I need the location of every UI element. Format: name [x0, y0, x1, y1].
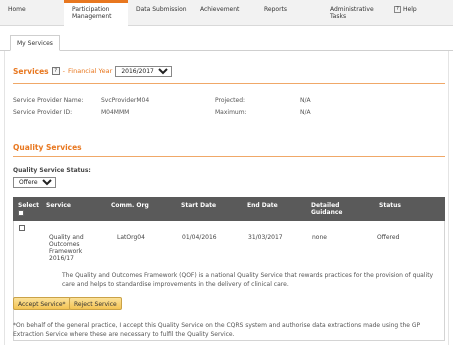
row-service-line-2: Outcomes — [49, 241, 80, 248]
row-service-line-3: Framework — [49, 248, 83, 255]
maximum-value: N/A — [300, 109, 311, 116]
nav-reports[interactable]: Reports — [256, 0, 320, 26]
row-service-line-4: 2016/17 — [49, 255, 74, 262]
reject-service-button[interactable]: Reject Service — [69, 297, 122, 310]
services-divider — [13, 83, 445, 84]
row-start-date: 01/04/2016 — [182, 234, 217, 241]
col-select: Select — [18, 202, 39, 218]
nav-home[interactable]: Home — [0, 0, 64, 26]
nav-data-submission-label: Data Submission — [136, 6, 187, 13]
col-comm-org: Comm. Org — [111, 202, 149, 209]
row-service-name[interactable]: Quality and Outcomes Framework 2016/17 — [49, 234, 84, 262]
help-icon: ? — [394, 6, 401, 13]
projected-label: Projected: — [215, 97, 246, 104]
nav-participation-label-2: Management — [72, 13, 112, 20]
row-end-date: 31/03/2017 — [248, 234, 283, 241]
col-select-label: Select — [18, 202, 39, 209]
col-detailed-label-1: Detailed — [311, 202, 340, 209]
top-navigation: Home Participation Management Data Submi… — [0, 0, 453, 26]
select-all-checkbox[interactable] — [18, 210, 24, 216]
nav-admin-label-1: Administrative — [330, 6, 374, 13]
nav-admin-label-2: Tasks — [330, 13, 347, 20]
row-description: The Quality and Outcomes Framework (QOF)… — [62, 272, 434, 288]
financial-year-select[interactable]: 2016/2017 — [115, 65, 173, 77]
nav-achievement-label: Achievement — [200, 6, 240, 13]
quality-divider — [13, 156, 445, 157]
nav-reports-label: Reports — [264, 6, 288, 13]
provider-name-value: SvcProviderM04 — [101, 97, 150, 104]
accept-service-button[interactable]: Accept Service* — [13, 297, 71, 310]
tab-my-services[interactable]: My Services — [10, 35, 60, 51]
projected-value: N/A — [300, 97, 311, 104]
services-title: Services — [13, 66, 49, 76]
acceptance-footnote: *On behalf of the general practice, I ac… — [13, 322, 421, 338]
quality-status-select[interactable]: Offered — [13, 177, 56, 188]
tab-my-services-label: My Services — [17, 40, 53, 47]
col-detailed-label-2: Guidance — [311, 209, 343, 216]
provider-id-label: Service Provider ID: — [13, 109, 73, 116]
nav-data-submission[interactable]: Data Submission — [128, 0, 192, 26]
nav-help-label: Help — [403, 6, 417, 13]
nav-home-label: Home — [8, 6, 26, 13]
nav-participation-label-1: Participation — [72, 6, 110, 13]
services-dash: - — [62, 67, 66, 75]
financial-year-label: Financial Year — [68, 67, 113, 75]
col-status: Status — [379, 202, 401, 209]
nav-administrative-tasks[interactable]: Administrative Tasks — [320, 0, 386, 26]
row-service-line-1: Quality and — [49, 234, 84, 241]
services-header: Services ? - Financial Year 2016/2017 — [13, 65, 173, 77]
quality-status-label: Quality Service Status: — [13, 167, 91, 174]
nav-help[interactable]: ? Help — [386, 0, 453, 26]
col-detailed-guidance: Detailed Guidance — [311, 202, 343, 216]
row-guidance: none — [312, 234, 327, 241]
services-table-header: Select Service Comm. Org Start Date End … — [13, 197, 445, 221]
services-help-icon[interactable]: ? — [51, 67, 60, 75]
provider-id-value: M04MMM — [101, 109, 130, 116]
col-end-date: End Date — [247, 202, 278, 209]
col-service: Service — [46, 202, 71, 209]
main-panel: Services ? - Financial Year 2016/2017 Se… — [4, 51, 449, 345]
nav-achievement[interactable]: Achievement — [192, 0, 256, 26]
provider-name-label: Service Provider Name: — [13, 97, 84, 104]
nav-participation-management[interactable]: Participation Management — [64, 0, 128, 26]
maximum-label: Maximum: — [215, 109, 247, 116]
row-comm-org: LatOrg04 — [117, 234, 145, 241]
quality-services-title: Quality Services — [13, 143, 82, 152]
row-select-checkbox[interactable] — [19, 225, 25, 231]
sub-tabs: My Services — [0, 32, 453, 51]
col-start-date: Start Date — [181, 202, 217, 209]
row-status: Offered — [377, 234, 400, 241]
